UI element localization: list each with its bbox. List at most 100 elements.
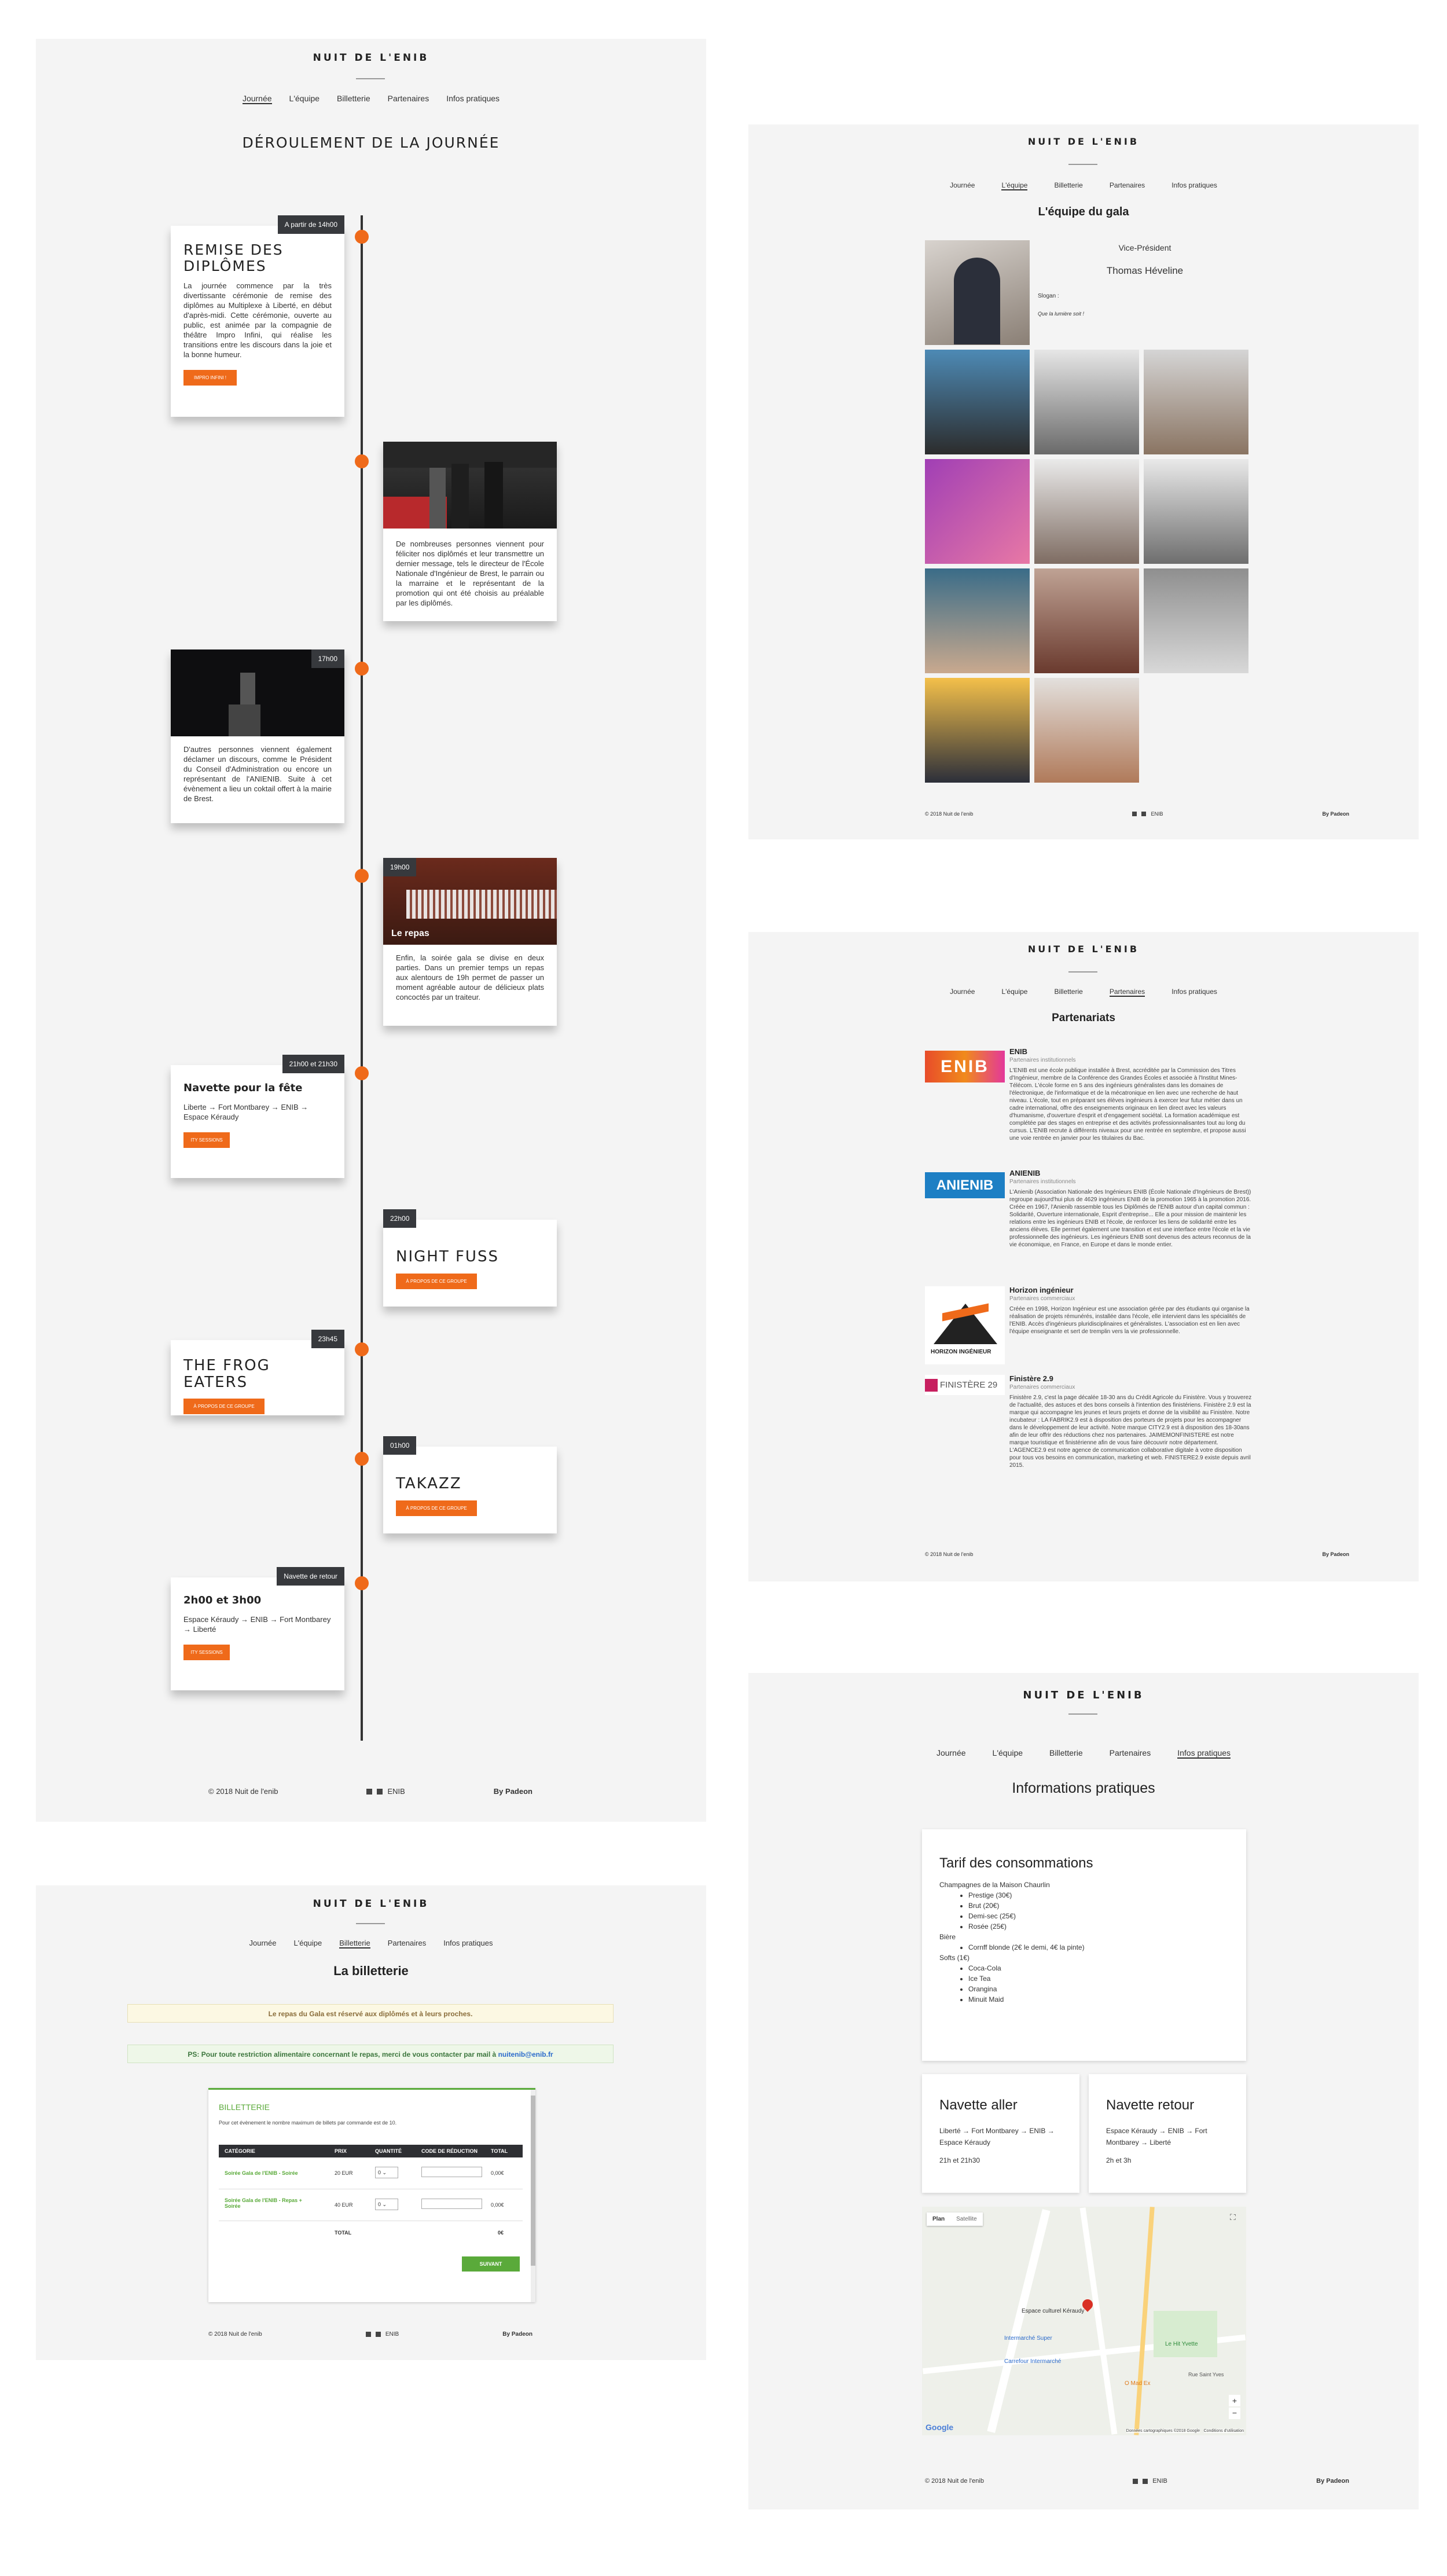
nav-billetterie[interactable]: Billetterie: [1054, 988, 1082, 997]
enib-link[interactable]: ENIB: [1151, 811, 1163, 817]
timeline-dot: [355, 869, 369, 883]
zoom-out-button[interactable]: −: [1229, 2408, 1240, 2419]
nav-equipe[interactable]: L'équipe: [294, 1939, 322, 1948]
member-photo[interactable]: [925, 568, 1030, 673]
member-photo[interactable]: [1144, 350, 1248, 454]
facebook-icon[interactable]: [1132, 812, 1137, 816]
nav-journee[interactable]: Journée: [249, 1939, 277, 1948]
nav-infos[interactable]: Infos pratiques: [1177, 1748, 1231, 1759]
nav-journee[interactable]: Journée: [950, 181, 975, 190]
member-photo[interactable]: [1034, 678, 1139, 783]
member-photo[interactable]: [1144, 568, 1248, 673]
total-label: TOTAL: [335, 2230, 352, 2236]
nav-infos[interactable]: Infos pratiques: [1171, 988, 1217, 997]
nav-equipe[interactable]: L'équipe: [1001, 181, 1028, 190]
nav-billetterie[interactable]: Billetterie: [1054, 181, 1082, 190]
member-slogan-label: Slogan :: [1038, 293, 1059, 299]
brand-title[interactable]: NUIT DE L'ENIB: [36, 52, 706, 64]
nav-journee[interactable]: Journée: [936, 1748, 966, 1759]
nav-infos[interactable]: Infos pratiques: [446, 94, 500, 104]
widget-note: Pour cet évènement le nombre maximum de …: [219, 2120, 397, 2126]
widget-scrollbar[interactable]: [531, 2090, 535, 2302]
nav-journee[interactable]: Journée: [950, 988, 975, 997]
credit: By Padeon: [493, 1787, 532, 1796]
nav-equipe[interactable]: L'équipe: [993, 1748, 1023, 1759]
nav-infos[interactable]: Infos pratiques: [443, 1939, 493, 1948]
nav-partenaires[interactable]: Partenaires: [1110, 181, 1145, 190]
facebook-icon[interactable]: [1133, 2478, 1138, 2484]
member-photo[interactable]: [1034, 568, 1139, 673]
brand-title[interactable]: NUIT DE L'ENIB: [748, 136, 1419, 147]
nav-infos[interactable]: Infos pratiques: [1171, 181, 1217, 190]
member-photo[interactable]: [925, 678, 1030, 783]
nav-partenaires[interactable]: Partenaires: [1110, 1748, 1151, 1759]
facebook-icon[interactable]: [366, 1788, 373, 1795]
ticket-widget: BILLETTERIE Pour cet évènement le nombre…: [208, 2088, 535, 2302]
member-photo[interactable]: [925, 350, 1030, 454]
instagram-icon[interactable]: [375, 2332, 381, 2337]
brand-title[interactable]: NUIT DE L'ENIB: [748, 944, 1419, 955]
timeline-dot: [355, 230, 369, 244]
enib-link[interactable]: ENIB: [387, 1787, 405, 1796]
credit: By Padeon: [502, 2331, 532, 2338]
discount-input[interactable]: [421, 2167, 482, 2177]
nav-billetterie[interactable]: Billetterie: [339, 1939, 370, 1948]
facebook-icon[interactable]: [365, 2332, 371, 2337]
time-badge: 22h00: [383, 1209, 417, 1228]
instagram-icon[interactable]: [1141, 812, 1147, 816]
timeline-card-nightfuss: 22h00 NIGHT FUSS À PROPOS DE CE GROUPE: [383, 1209, 557, 1307]
event-photo: [383, 442, 557, 529]
copyright: © 2018 Nuit de l'enib: [208, 1787, 278, 1796]
photo-caption: Le repas: [391, 929, 429, 938]
footer: © 2018 Nuit de l'enib ENIB By Padeon: [36, 1787, 706, 1796]
member-photo[interactable]: [1034, 459, 1139, 564]
instagram-icon[interactable]: [1143, 2478, 1148, 2484]
sessions-button[interactable]: ITY SESSIONS: [183, 1132, 230, 1148]
timeline-dot: [355, 1452, 369, 1466]
member-photo-selected[interactable]: [925, 240, 1030, 345]
location-map[interactable]: Plan Satellite ⛶ Espace culturel Kéraudy …: [922, 2207, 1246, 2435]
brand-title[interactable]: NUIT DE L'ENIB: [748, 1689, 1419, 1701]
impro-button[interactable]: IMPRO INFINI !: [183, 370, 237, 386]
quantity-select[interactable]: 0 ⌄: [375, 2199, 398, 2210]
page-title: L'équipe du gala: [1038, 206, 1129, 218]
total-value: 0€: [498, 2230, 504, 2236]
enib-link[interactable]: ENIB: [385, 2331, 399, 2338]
widget-title: BILLETTERIE: [219, 2102, 270, 2112]
member-detail: Vice-Président Thomas Héveline Slogan : …: [1038, 240, 1252, 345]
member-photo[interactable]: [1034, 350, 1139, 454]
discount-input[interactable]: [421, 2199, 482, 2209]
event-text: D'autres personnes viennent également dé…: [183, 745, 332, 803]
nav-equipe[interactable]: L'équipe: [1001, 988, 1027, 997]
map-type-control[interactable]: Plan Satellite: [927, 2212, 983, 2226]
enib-link[interactable]: ENIB: [1152, 2478, 1167, 2485]
member-name: Thomas Héveline: [1106, 265, 1184, 276]
nav-journee[interactable]: Journée: [242, 94, 272, 104]
submit-button[interactable]: SUIVANT: [462, 2256, 520, 2272]
timeline-card-frogeaters: 23h45 THE FROG EATERS À PROPOS DE CE GRO…: [171, 1330, 344, 1415]
nav-equipe[interactable]: L'équipe: [289, 94, 320, 104]
instagram-icon[interactable]: [377, 1788, 383, 1795]
member-photo[interactable]: [1144, 459, 1248, 564]
event-title: Navette pour la fête: [183, 1082, 303, 1094]
band-info-button[interactable]: À PROPOS DE CE GROUPE: [396, 1273, 477, 1289]
email-link[interactable]: nuitenib@enib.fr: [498, 2050, 553, 2058]
band-info-button[interactable]: À PROPOS DE CE GROUPE: [396, 1500, 477, 1516]
main-nav: Journée L'équipe Billetterie Partenaires…: [36, 1939, 706, 1948]
brand-title[interactable]: NUIT DE L'ENIB: [36, 1898, 706, 1910]
member-photo[interactable]: [925, 459, 1030, 564]
nav-partenaires[interactable]: Partenaires: [388, 94, 429, 104]
zoom-in-button[interactable]: +: [1229, 2395, 1240, 2406]
fullscreen-icon[interactable]: ⛶: [1230, 2212, 1240, 2223]
quantity-select[interactable]: 0 ⌄: [375, 2167, 398, 2178]
partenaires-page: NUIT DE L'ENIB Journée L'équipe Billette…: [748, 932, 1419, 1581]
nav-billetterie[interactable]: Billetterie: [1049, 1748, 1083, 1759]
ticket-table-header: CATÉGORIE PRIX QUANTITÉ CODE DE RÉDUCTIO…: [219, 2145, 523, 2157]
timeline-dot: [355, 662, 369, 676]
band-info-button[interactable]: À PROPOS DE CE GROUPE: [183, 1399, 265, 1415]
nav-billetterie[interactable]: Billetterie: [337, 94, 370, 104]
sessions-button[interactable]: ITY SESSIONS: [183, 1644, 230, 1660]
nav-partenaires[interactable]: Partenaires: [388, 1939, 426, 1948]
page-title: La billetterie: [333, 1964, 409, 1978]
nav-partenaires[interactable]: Partenaires: [1109, 988, 1145, 997]
